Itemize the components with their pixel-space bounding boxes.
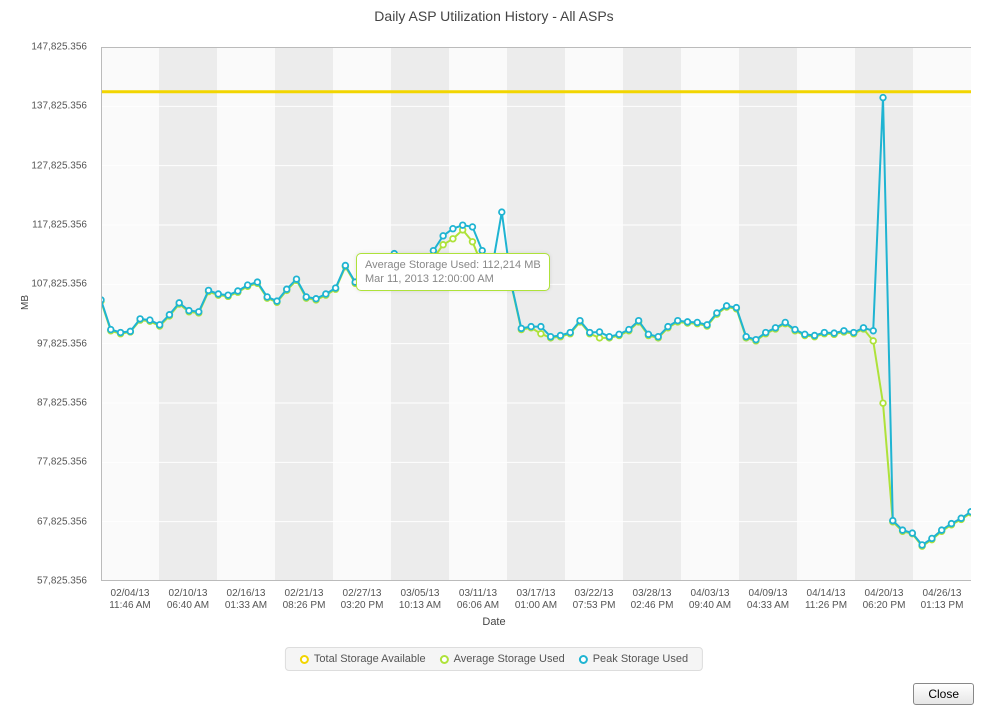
circle-icon (440, 655, 449, 664)
y-axis-ticks: 57,825.35667,825.35677,825.35687,825.356… (0, 47, 95, 581)
legend-item-total: Total Storage Available (300, 653, 426, 665)
x-axis-ticks: 02/04/1311:46 AM02/10/1306:40 AM02/16/13… (101, 588, 971, 618)
plot-area[interactable]: Average Storage Used: 112,214 MB Mar 11,… (101, 47, 971, 581)
chart-title: Daily ASP Utilization History - All ASPs (0, 8, 988, 24)
circle-icon (579, 655, 588, 664)
tooltip-line1: Average Storage Used: 112,214 MB (365, 258, 541, 272)
tooltip-line2: Mar 11, 2013 12:00:00 AM (365, 272, 541, 286)
legend-item-peak: Peak Storage Used (579, 653, 688, 665)
legend: Total Storage Available Average Storage … (285, 647, 703, 671)
x-axis-label: Date (0, 616, 988, 628)
legend-item-avg: Average Storage Used (440, 653, 565, 665)
close-button[interactable]: Close (913, 683, 974, 705)
data-tooltip: Average Storage Used: 112,214 MB Mar 11,… (356, 253, 550, 291)
circle-icon (300, 655, 309, 664)
